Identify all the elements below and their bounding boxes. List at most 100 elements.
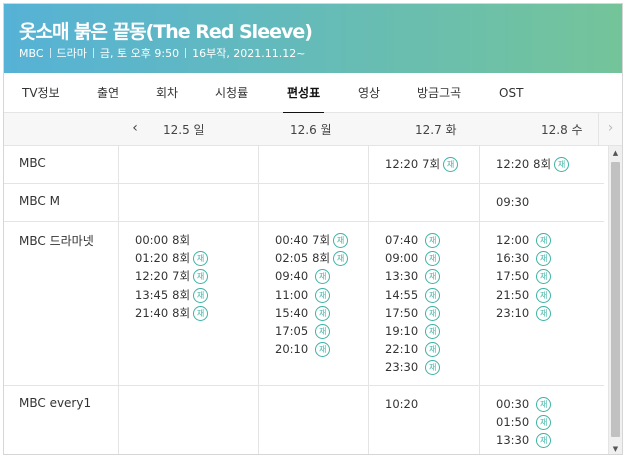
episode-number: 8회 (533, 157, 552, 171)
scroll-up-arrow-icon[interactable]: ▲ (609, 146, 622, 160)
schedule-cell: 12:20 8회 재 (479, 146, 604, 183)
channel-name: MBC 드라마넷 (19, 234, 94, 248)
airing-slot: 17:05 재 (275, 322, 331, 340)
channel-name: MBC (19, 156, 46, 170)
airing-slot: 21:40 8회 재 (135, 304, 209, 322)
schedule-cell: 12:00 재 16:30 재 17:50 재 21:50 재 23:10 재 (479, 222, 604, 385)
airing-time: 13:30 (385, 269, 419, 284)
rerun-badge-icon: 재 (536, 433, 552, 449)
meta-channel[interactable]: MBC (19, 47, 44, 60)
episode-number: 8회 (172, 251, 191, 266)
rerun-badge-icon: 재 (425, 233, 441, 248)
vertical-scrollbar[interactable]: ▲ ▼ (608, 146, 622, 454)
airing-time: 13:30 (496, 433, 530, 448)
schedule-cell: 00:40 7회 재 02:05 8회 재 09:40 재 11:00 재 15:40 재 17:05 재… (258, 222, 368, 385)
tab-tv-info[interactable]: TV정보 (22, 73, 60, 113)
channel-name: MBC every1 (19, 396, 92, 410)
schedule-cell: 07:40 재 09:00 재 13:30 재 14:55 재 17:50 재 19:10 재 22:1… (368, 222, 479, 385)
channel-name: MBC M (19, 194, 60, 208)
rerun-badge-icon: 재 (536, 233, 552, 248)
program-panel: 옷소매 붉은 끝동(The Red Sleeve) MBC 드라마 금, 토 오후 … (3, 3, 623, 455)
rerun-badge-icon: 재 (315, 269, 331, 285)
airing-slot: 01:50 재 (496, 413, 552, 431)
rerun-badge-icon: 재 (554, 157, 570, 172)
airing-time: 22:10 (385, 342, 419, 357)
meta-genre: 드라마 (56, 47, 87, 60)
airing-slot: 00:30 재 (496, 395, 552, 413)
schedule-cell (118, 146, 258, 183)
date-header: 12.6 월 (290, 123, 332, 137)
airing-slot: 12:20 7회 재 (385, 155, 459, 173)
scroll-down-arrow-icon[interactable]: ▼ (609, 442, 622, 454)
tab-ratings[interactable]: 시청률 (215, 73, 248, 113)
tab-ost[interactable]: OST (499, 73, 523, 113)
airing-time: 12:00 (496, 233, 530, 247)
airing-slot: 12:00 재 (496, 231, 552, 249)
tab-episodes[interactable]: 회차 (156, 73, 178, 113)
airing-slot: 17:50 재 (385, 304, 441, 322)
scrollbar-thumb[interactable] (611, 162, 620, 437)
meta-airtime: 금, 토 오후 9:50 (99, 47, 180, 60)
airing-slot: 16:30 재 (496, 249, 552, 267)
episode-number: 7회 (422, 157, 441, 171)
schedule-cell: 00:00 8회 01:20 8회 재 12:20 7회 재 13:45 8회 재 21:40 8회 재 (118, 222, 258, 385)
tab-cast[interactable]: 출연 (97, 73, 119, 113)
rerun-badge-icon: 재 (443, 157, 459, 172)
rerun-badge-icon: 재 (425, 324, 441, 339)
date-bar: ‹ 12.5 일 12.6 월 12.7 화 12.8 수 › (4, 113, 622, 146)
schedule-row: MBC M 09:30 (4, 184, 604, 222)
airing-time: 13:45 (135, 287, 169, 302)
program-title[interactable]: 옷소매 붉은 끝동(The Red Sleeve) (19, 17, 313, 44)
rerun-badge-icon: 재 (536, 397, 552, 412)
episode-number: 8회 (172, 287, 191, 302)
airing-time: 09:00 (385, 251, 419, 266)
airing-time: 00:00 (135, 233, 169, 247)
airing-time: 19:10 (385, 324, 419, 338)
rerun-badge-icon: 재 (315, 342, 331, 358)
schedule-cell: 09:30 (479, 184, 604, 221)
chevron-right-icon[interactable]: › (598, 113, 622, 146)
airing-slot: 17:50 재 (496, 267, 552, 285)
rerun-badge-icon: 재 (193, 251, 209, 267)
airing-slot: 02:05 8회 재 (275, 249, 349, 267)
tab-videos[interactable]: 영상 (358, 73, 380, 113)
rerun-badge-icon: 재 (315, 305, 331, 321)
airing-slot: 20:10 재 (275, 340, 331, 358)
airing-time: 10:20 (385, 397, 419, 411)
program-meta: MBC 드라마 금, 토 오후 9:50 16부작, 2021.11.12~ (19, 45, 306, 61)
airing-time: 17:05 (275, 324, 309, 338)
airing-time: 09:30 (496, 195, 530, 209)
rerun-badge-icon: 재 (536, 287, 552, 303)
meta-divider (92, 48, 94, 58)
airing-time: 00:40 (275, 233, 309, 247)
airing-time: 01:20 (135, 251, 169, 266)
date-header: 12.7 화 (415, 123, 457, 137)
airing-time: 23:10 (496, 305, 530, 320)
meta-episodes: 16부작, 2021.11.12~ (192, 47, 306, 60)
chevron-left-icon[interactable]: ‹ (125, 113, 145, 146)
schedule-grid: MBC 12:20 7회 재 12:20 8회 재 MBC M 09:30 MBC 드라마넷 00:… (4, 146, 604, 454)
airing-time: 17:50 (496, 269, 530, 284)
airing-time: 20:10 (275, 342, 309, 357)
airing-slot: 00:00 8회 (135, 231, 190, 249)
airing-slot: 09:30 (496, 193, 529, 211)
airing-time: 02:05 (275, 251, 309, 266)
rerun-badge-icon: 재 (536, 415, 552, 431)
episode-number: 8회 (312, 251, 331, 266)
airing-time: 12:20 (135, 269, 169, 284)
rerun-badge-icon: 재 (536, 305, 552, 321)
date-header: 12.5 일 (163, 123, 205, 137)
tab-schedule[interactable]: 편성표 (282, 73, 325, 114)
airing-slot: 23:10 재 (496, 304, 552, 322)
airing-slot: 21:50 재 (496, 286, 552, 304)
airing-time: 01:50 (496, 415, 530, 430)
airing-time: 21:50 (496, 287, 530, 302)
schedule-cell (258, 386, 368, 454)
tab-song-search[interactable]: 방금그곡 (417, 73, 461, 113)
airing-time: 11:00 (275, 287, 309, 302)
rerun-badge-icon: 재 (315, 287, 331, 303)
airing-time: 15:40 (275, 305, 309, 320)
airing-slot: 11:00 재 (275, 286, 331, 304)
schedule-row: MBC every1 10:20 00:30 재 01:50 재 13:30 재 (4, 386, 604, 454)
schedule-cell (118, 386, 258, 454)
